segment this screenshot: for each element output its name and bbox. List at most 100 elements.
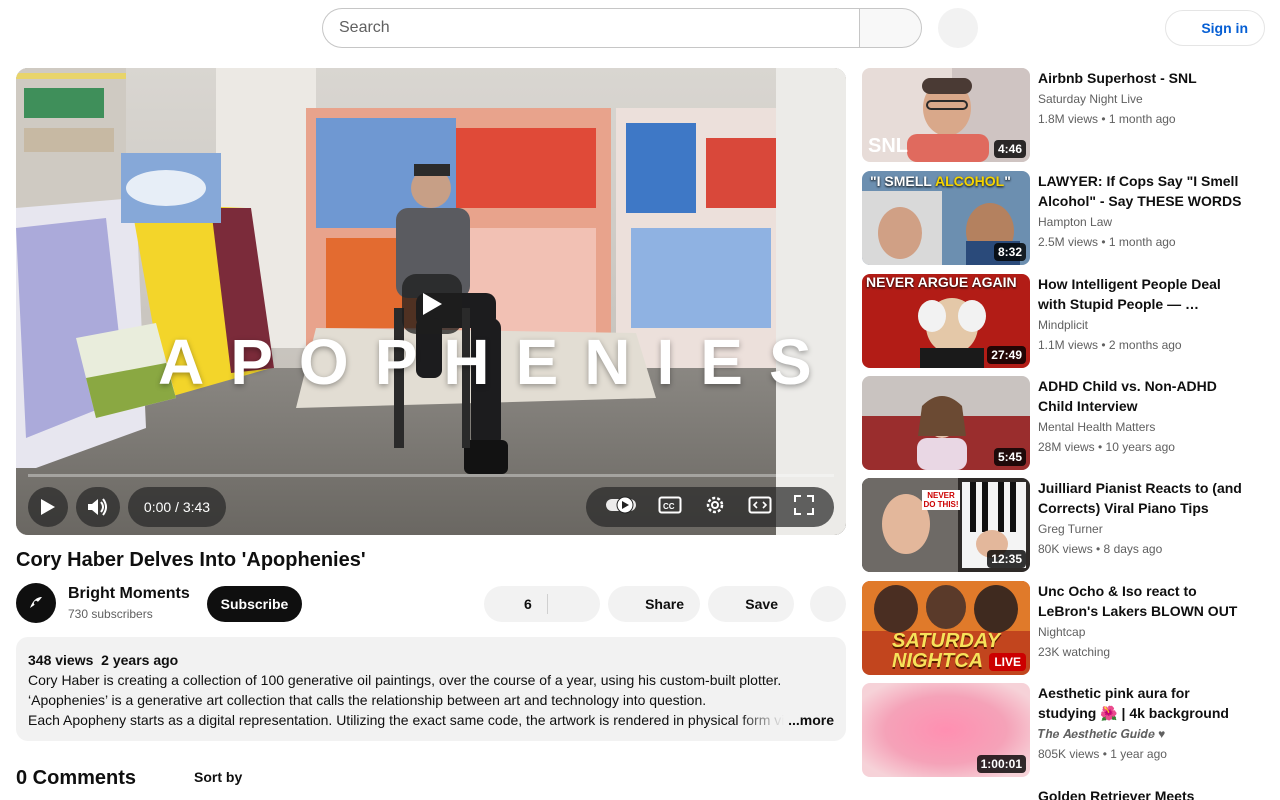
recommendation-item[interactable]: NEVER DO THIS! 12:35 Juilliard Pianist R… — [862, 478, 1262, 572]
recommendation-title[interactable]: Unc Ocho & Iso react to LeBron's Lakers … — [1038, 581, 1248, 621]
recommendation-title[interactable]: ADHD Child vs. Non-ADHD Child Interview — [1038, 376, 1248, 416]
player-right-controls: CC — [586, 487, 834, 527]
recommendation-meta: 28M views • 10 years ago — [1038, 440, 1175, 454]
recommendation-item[interactable]: SATURDAY NIGHTCA LIVE Unc Ocho & Iso rea… — [862, 581, 1262, 675]
comments-count: 0 Comments — [16, 767, 137, 789]
video-player[interactable]: APOPHENIES 0:00 / 3:43 CC — [16, 68, 846, 535]
recommendation-channel[interactable]: Mental Health Matters — [1038, 420, 1155, 434]
play-button[interactable] — [28, 487, 68, 527]
search-bar — [322, 8, 922, 48]
large-play-button[interactable] — [402, 274, 462, 334]
recommendation-title[interactable]: Golden Retriever Meets — [1038, 786, 1248, 800]
thumbnail-text: NEVER ARGUE AGAIN — [866, 274, 1017, 290]
search-input[interactable] — [322, 8, 859, 48]
masthead: Sign in — [0, 0, 1280, 56]
recommendation-meta: 805K views • 1 year ago — [1038, 747, 1167, 761]
recommendation-meta: 1.1M views • 2 months ago — [1038, 338, 1182, 352]
subscribe-label: Subscribe — [220, 596, 289, 612]
sort-label: Sort by — [194, 769, 243, 785]
progress-bar[interactable] — [28, 474, 834, 477]
thumbnail-text: SATURDAY — [892, 630, 1001, 652]
channel-avatar[interactable] — [16, 583, 56, 623]
like-divider — [547, 594, 548, 614]
sort-comments-button[interactable]: Sort by — [194, 769, 242, 785]
recommendation-channel[interactable]: Saturday Night Live — [1038, 92, 1143, 106]
recommendation-item[interactable]: NEVER ARGUE AGAIN 27:49 How Intelligent … — [862, 274, 1262, 368]
recommendation-title[interactable]: Airbnb Superhost - SNL — [1038, 68, 1248, 88]
recommendation-title[interactable]: How Intelligent People Deal with Stupid … — [1038, 274, 1248, 314]
search-button[interactable] — [859, 8, 922, 48]
fullscreen-button[interactable] — [793, 494, 815, 521]
like-button[interactable]: 6 — [484, 586, 600, 622]
video-duration: 1:00:01 — [976, 755, 1026, 773]
save-button[interactable]: Save — [708, 586, 794, 622]
video-thumbnail[interactable]: SATURDAY NIGHTCA LIVE — [862, 581, 1030, 675]
description-stats: 348 views 2 years ago — [28, 650, 834, 670]
subscriber-count: 730 subscribers — [68, 607, 153, 621]
video-thumbnail[interactable]: NEVER DO THIS! 12:35 — [862, 478, 1030, 572]
thumbnail-text-part: " — [1004, 173, 1011, 189]
time-display: 0:00 / 3:43 — [128, 487, 226, 527]
recommendation-channel[interactable]: Hampton Law — [1038, 215, 1112, 229]
video-overlay-title: APOPHENIES — [158, 326, 838, 398]
description-line: Cory Haber is creating a collection of 1… — [28, 672, 782, 688]
autoplay-toggle-icon — [605, 496, 636, 513]
video-title: Cory Haber Delves Into 'Apophenies' — [16, 549, 366, 571]
voice-search-button[interactable] — [938, 8, 978, 48]
live-badge: LIVE — [989, 653, 1026, 671]
video-duration: 5:45 — [993, 448, 1026, 466]
description-line: ‘Apophenies’ is a generative art collect… — [28, 692, 707, 708]
recommendation-meta: 1.8M views • 1 month ago — [1038, 112, 1176, 126]
video-duration: 4:46 — [993, 140, 1026, 158]
video-thumbnail[interactable]: SNL 4:46 — [862, 68, 1030, 162]
video-thumbnail[interactable]: 5:45 — [862, 376, 1030, 470]
play-icon — [41, 499, 55, 515]
theater-icon — [748, 496, 772, 513]
recommendation-title[interactable]: LAWYER: If Cops Say "I Smell Alcohol" - … — [1038, 171, 1248, 211]
recommendation-channel[interactable]: Mindplicit — [1038, 318, 1088, 332]
recommendation-meta: 80K views • 8 days ago — [1038, 542, 1163, 556]
recommendation-channel[interactable]: Nightcap — [1038, 625, 1085, 639]
svg-text:CC: CC — [663, 502, 675, 511]
thumbnail-text: NEVER DO THIS! — [922, 490, 960, 510]
recommendation-item[interactable]: Golden Retriever Meets — [862, 786, 1262, 800]
video-thumbnail[interactable]: NEVER ARGUE AGAIN 27:49 — [862, 274, 1030, 368]
video-duration: 8:32 — [993, 243, 1026, 261]
recommendation-meta: 23K watching — [1038, 645, 1111, 659]
volume-icon — [88, 498, 107, 516]
recommendation-item[interactable]: 1:00:01 Aesthetic pink aura for studying… — [862, 683, 1262, 777]
video-duration: 12:35 — [987, 550, 1026, 568]
show-more-button[interactable]: ...more — [788, 710, 834, 730]
fullscreen-icon — [794, 494, 815, 515]
recommendation-title[interactable]: Juilliard Pianist Reacts to (and Correct… — [1038, 478, 1248, 518]
sign-in-button[interactable]: Sign in — [1165, 10, 1265, 46]
time-text: 0:00 / 3:43 — [143, 499, 211, 515]
thumbnail-text: NIGHTCA — [892, 650, 984, 672]
recommendation-channel[interactable]: Greg Turner — [1038, 522, 1103, 536]
thumbnail-text-highlight: ALCOHOL — [934, 173, 1005, 189]
recommendation-item[interactable]: 5:45 ADHD Child vs. Non-ADHD Child Inter… — [862, 376, 1262, 470]
like-count: 6 — [524, 596, 532, 612]
video-thumbnail[interactable]: 1:00:01 — [862, 683, 1030, 777]
volume-button[interactable] — [76, 487, 120, 527]
share-label: Share — [645, 596, 684, 612]
recommendation-item[interactable]: SNL 4:46 Airbnb Superhost - SNL Saturday… — [862, 68, 1262, 162]
captions-button[interactable]: CC — [658, 496, 682, 519]
channel-name[interactable]: Bright Moments — [68, 585, 190, 603]
recommendation-title[interactable]: Aesthetic pink aura for studying 🌺 | 4k … — [1038, 683, 1248, 723]
description-box[interactable]: 348 views 2 years ago Cory Haber is crea… — [16, 637, 846, 741]
autoplay-toggle[interactable] — [605, 496, 637, 519]
settings-button[interactable] — [704, 494, 726, 521]
play-icon — [423, 293, 442, 315]
thumbnail-text: "I SMELL ALCOHOL" — [870, 173, 1011, 189]
upload-age: 2 years ago — [101, 652, 179, 668]
recommendation-item[interactable]: "I SMELL ALCOHOL" 8:32 LAWYER: If Cops S… — [862, 171, 1262, 265]
share-button[interactable]: Share — [608, 586, 700, 622]
recommendation-channel[interactable]: 𝑻𝒉𝒆 𝑨𝒆𝒔𝒕𝒉𝒆𝒕𝒊𝒄 𝑮𝒖𝒊𝒅𝒆 ♥ — [1038, 727, 1165, 742]
theater-mode-button[interactable] — [748, 496, 772, 519]
subscribe-button[interactable]: Subscribe — [207, 586, 302, 622]
more-actions-button[interactable] — [810, 586, 846, 622]
captions-icon: CC — [658, 496, 682, 513]
video-thumbnail[interactable]: "I SMELL ALCOHOL" 8:32 — [862, 171, 1030, 265]
channel-logo-icon — [30, 597, 42, 608]
